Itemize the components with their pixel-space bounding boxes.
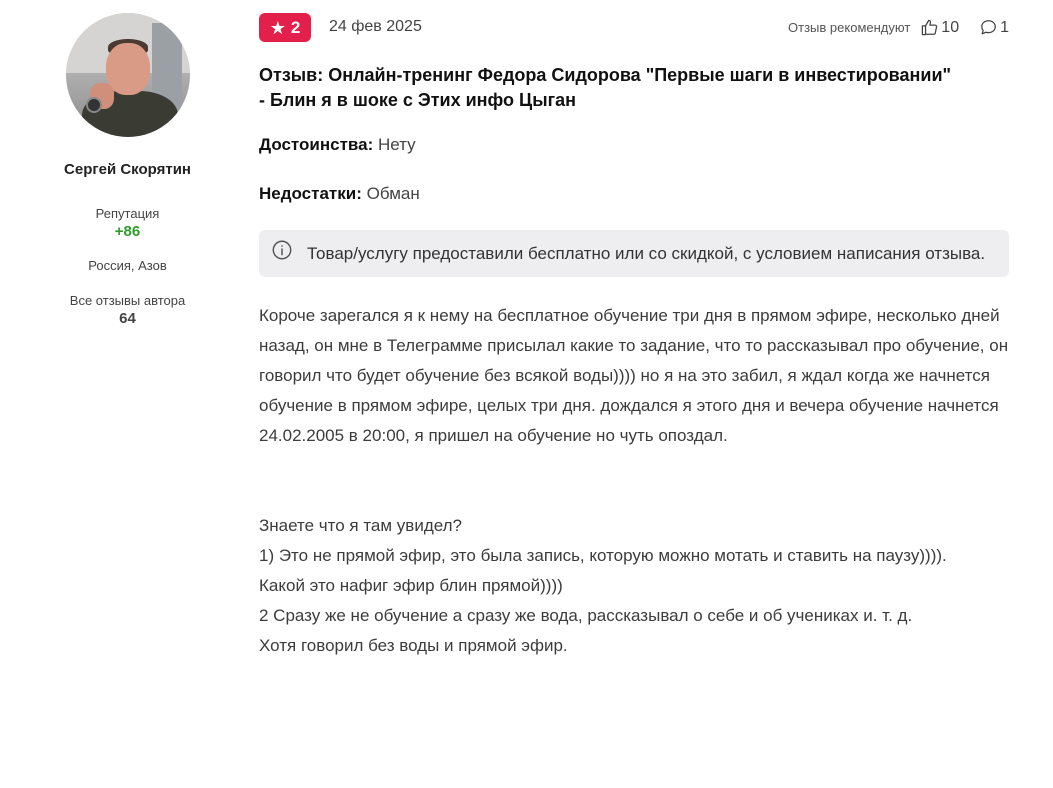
thumbs-up-icon	[922, 19, 938, 36]
rating-value: 2	[290, 17, 301, 37]
all-reviews-label[interactable]: Все отзывы автора	[20, 293, 235, 308]
free-product-notice: Товар/услугу предоставили бесплатно или …	[259, 230, 1009, 277]
review-title[interactable]: Отзыв: Онлайн-тренинг Федора Сидорова "П…	[259, 63, 959, 113]
review-date: 24 фев 2025	[329, 18, 422, 35]
notice-text: Товар/услугу предоставили бесплатно или …	[307, 244, 986, 263]
star-icon: ★	[269, 17, 286, 38]
review-header: ★ 2 24 фев 2025 Отзыв рекомендуют 10 1	[259, 0, 1011, 56]
all-reviews-count[interactable]: 64	[20, 310, 235, 327]
likes-count: 10	[941, 18, 960, 36]
like-button[interactable]: 10	[920, 18, 959, 37]
author-name[interactable]: Сергей Скорятин	[20, 161, 235, 178]
reputation-label: Репутация	[95, 206, 160, 221]
cons-label: Недостатки:	[259, 184, 362, 203]
author-location: Россия, Азов	[88, 258, 167, 273]
info-icon	[272, 240, 292, 260]
author-sidebar: Сергей Скорятин Репутация +86 Россия, Аз…	[20, 0, 235, 327]
pros: Достоинства: Нету	[259, 135, 1011, 155]
pros-label: Достоинства:	[259, 135, 374, 154]
cons: Недостатки: Обман	[259, 184, 1011, 204]
avatar[interactable]	[65, 13, 190, 137]
reputation-value: +86	[114, 223, 141, 240]
pros-value: Нету	[378, 135, 416, 154]
rating-badge: ★ 2	[259, 13, 311, 42]
recommend-label: Отзыв рекомендуют	[788, 20, 911, 35]
comments-button[interactable]: 1	[979, 18, 1009, 37]
review-card: ★ 2 24 фев 2025 Отзыв рекомендуют 10 1 О…	[259, 0, 1011, 661]
review-body: Короче зарегался я к нему на бесплатное …	[259, 306, 1009, 655]
comments-count: 1	[1000, 18, 1009, 36]
cons-value: Обман	[366, 184, 420, 203]
recommend-bar: Отзыв рекомендуют 10 1	[788, 18, 1009, 37]
comment-icon	[981, 20, 996, 35]
